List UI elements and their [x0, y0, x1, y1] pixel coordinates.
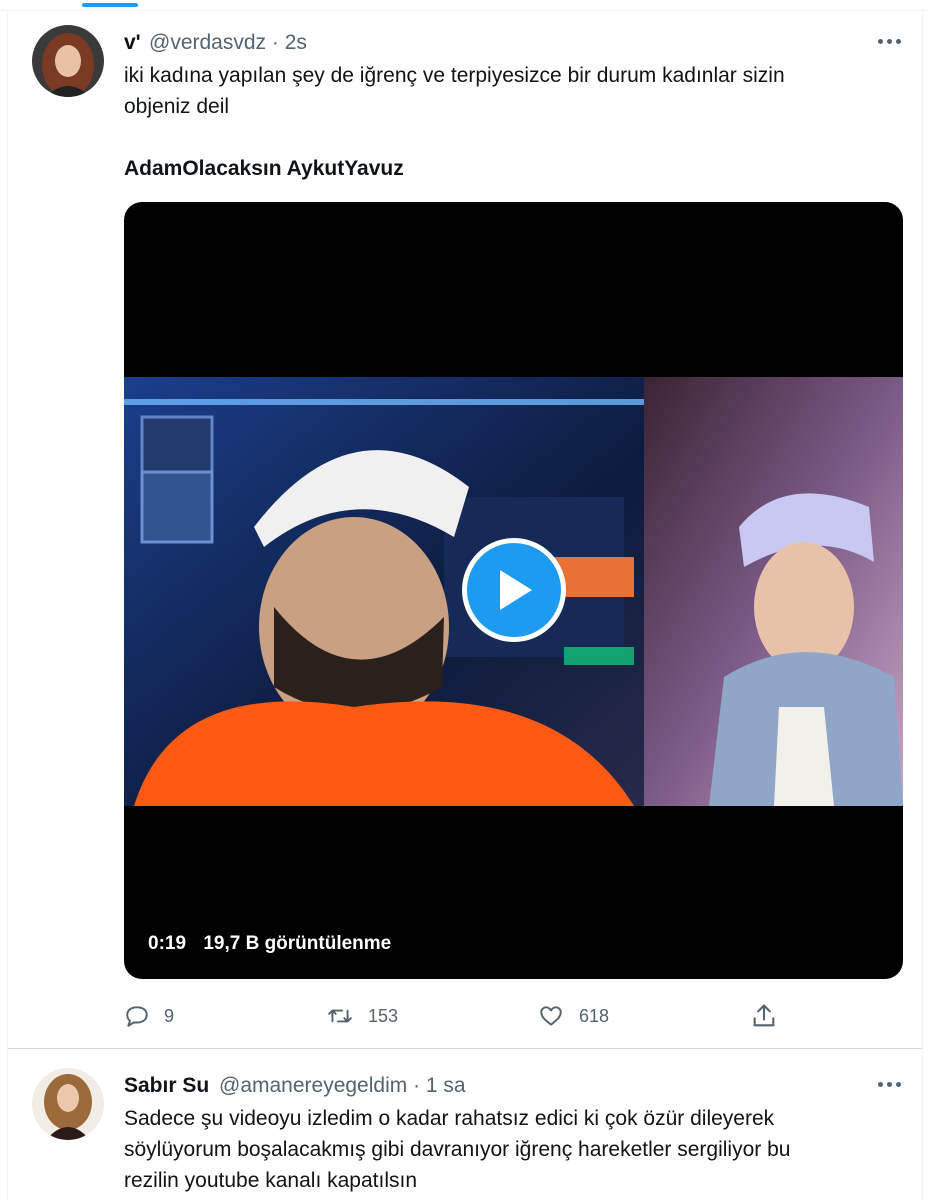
timeline-left-border — [7, 10, 8, 1200]
play-icon[interactable] — [462, 538, 566, 642]
top-divider — [0, 10, 929, 11]
tweet-divider — [8, 1048, 922, 1049]
tweet-text-line-2: söylüyorum boşalacakmış gibi davranıyor … — [124, 1138, 791, 1161]
retweet-button[interactable]: 153 — [326, 1003, 398, 1029]
like-button[interactable]: 618 — [537, 1003, 609, 1029]
retweet-icon — [328, 1009, 352, 1023]
reply-count: 9 — [164, 1005, 175, 1026]
video-stats: 0:19 19,7 B görüntülenme — [148, 933, 403, 955]
reply-icon — [126, 1006, 148, 1027]
handle-and-time[interactable]: @amanereyegeldim · 1 sa — [219, 1074, 466, 1098]
tweet-text-line-3: rezilin youtube kanalı kapatılsın — [124, 1169, 418, 1192]
retweet-count: 153 — [368, 1005, 399, 1026]
active-tab-indicator — [82, 3, 138, 7]
like-icon — [540, 1006, 562, 1026]
display-name[interactable]: Sabır Su — [124, 1074, 209, 1098]
display-name[interactable]: v' — [124, 31, 141, 55]
timeline-right-border — [922, 10, 923, 1200]
avatar[interactable] — [32, 25, 104, 97]
more-icon[interactable] — [873, 1074, 905, 1094]
tweet-text-line-2: objeniz deil — [124, 95, 230, 118]
like-count: 618 — [579, 1005, 610, 1026]
video-duration: 0:19 — [148, 933, 187, 954]
avatar[interactable] — [32, 1068, 104, 1140]
tweet-text-line-1: Sadece şu videoyu izledim o kadar rahats… — [124, 1107, 775, 1130]
share-icon — [753, 1004, 775, 1027]
video-player[interactable]: 0:19 19,7 B görüntülenme — [124, 202, 903, 979]
share-button[interactable] — [750, 1002, 778, 1030]
video-views: 19,7 B görüntülenme — [203, 933, 392, 954]
handle-and-time[interactable]: @verdasvdz · 2s — [149, 31, 307, 55]
hashtag-line[interactable]: AdamOlacaksın AykutYavuz — [124, 153, 404, 184]
more-icon[interactable] — [873, 31, 905, 51]
tweet-text-line-1: iki kadına yapılan şey de iğrenç ve terp… — [124, 64, 785, 87]
reply-button[interactable]: 9 — [124, 1003, 174, 1029]
